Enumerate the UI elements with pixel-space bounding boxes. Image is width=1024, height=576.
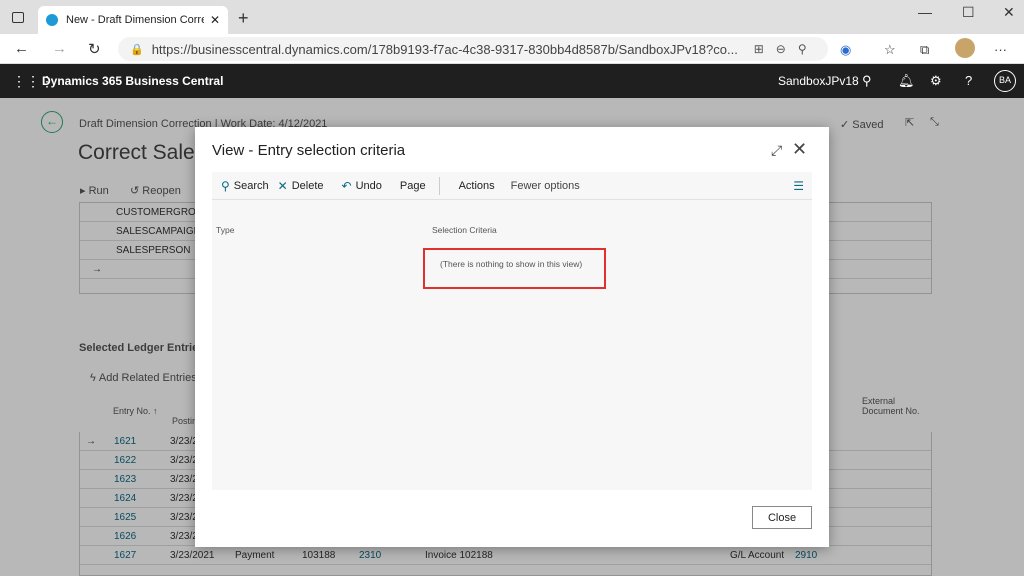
close-icon[interactable]: ✕ xyxy=(792,139,807,160)
url-field[interactable]: 🔒 https://businesscentral.dynamics.com/1… xyxy=(118,37,828,61)
search-icon[interactable]: ⚲ xyxy=(862,73,872,89)
close-tab-icon[interactable]: ✕ xyxy=(210,13,220,27)
expand-icon[interactable]: ⤢ xyxy=(771,142,782,159)
fewer-options-label: Fewer options xyxy=(510,179,580,192)
help-icon[interactable]: ? xyxy=(965,73,972,88)
back-icon[interactable]: ← xyxy=(14,40,29,57)
lock-icon[interactable]: 🔒 xyxy=(130,43,144,56)
tab-title: New - Draft Dimension Correctio xyxy=(66,14,204,26)
actions-label: Actions xyxy=(458,179,495,192)
notification-bell-icon[interactable]: 🔔︎ xyxy=(898,73,915,89)
action-bar: ⚲ Search ✕ Delete ↶ Undo Page Actions Fewer… xyxy=(212,172,812,200)
browser-tab-bar: New - Draft Dimension Correctio ✕ + — ☐ … xyxy=(0,0,1024,34)
dialog-title: View - Entry selection criteria xyxy=(212,142,406,159)
reader-view-icon[interactable]: ⊞ xyxy=(754,42,764,56)
share-icon[interactable]: ⚲ xyxy=(798,42,807,56)
minimize-icon[interactable]: — xyxy=(918,4,932,20)
delete-button[interactable]: ✕ Delete xyxy=(278,179,324,193)
favorites-icon[interactable]: ☆ xyxy=(884,42,896,58)
business-central-favicon-icon xyxy=(46,14,58,26)
undo-icon: ↶ xyxy=(341,178,352,193)
bc-header: ⋮⋮⋮ Dynamics 365 Business Central Sandbo… xyxy=(0,64,1024,98)
col-selection-criteria-header[interactable]: Selection Criteria xyxy=(432,225,497,235)
entry-selection-dialog: View - Entry selection criteria ⤢ ✕ ⚲ Sea… xyxy=(195,127,829,547)
forward-icon[interactable]: → xyxy=(52,40,67,57)
page-label: Page xyxy=(399,179,426,192)
collections-icon[interactable]: ⧉ xyxy=(920,42,929,58)
user-avatar[interactable]: BA xyxy=(994,70,1016,92)
action-separator xyxy=(438,176,440,195)
search-icon: ⚲ xyxy=(221,178,230,193)
actions-menu[interactable]: Actions xyxy=(459,180,495,192)
col-type-header[interactable]: Type xyxy=(216,225,234,235)
browser-profile-avatar[interactable] xyxy=(955,38,975,58)
delete-label: Delete xyxy=(291,179,324,192)
company-name[interactable]: SandboxJPv18 xyxy=(778,74,859,88)
search-button[interactable]: ⚲ Search xyxy=(221,179,269,193)
close-window-icon[interactable]: ✕ xyxy=(1003,4,1015,21)
undo-button[interactable]: ↶ Undo xyxy=(342,179,382,193)
address-bar: ← → ↻ 🔒 https://businesscentral.dynamics… xyxy=(0,34,1024,64)
delete-x-icon: ✕ xyxy=(277,178,288,193)
new-tab-icon[interactable]: + xyxy=(238,8,249,29)
zoom-icon[interactable]: ⊖ xyxy=(776,42,786,56)
empty-list-message: (There is nothing to show in this view) xyxy=(440,259,583,269)
maximize-icon[interactable]: ☐ xyxy=(962,4,975,21)
extension-icon[interactable]: ◉ xyxy=(840,42,851,58)
tab-actions-icon[interactable] xyxy=(12,12,24,23)
dialog-content: ⚲ Search ✕ Delete ↶ Undo Page Actions Fewer… xyxy=(212,172,812,490)
close-button[interactable]: Close xyxy=(752,506,812,529)
page-menu[interactable]: Page xyxy=(400,180,426,192)
search-label: Search xyxy=(233,179,269,192)
settings-gear-icon[interactable]: ⚙ xyxy=(930,73,942,89)
browser-tab[interactable]: New - Draft Dimension Correctio ✕ xyxy=(38,6,228,34)
list-menu-icon[interactable]: ☰ xyxy=(793,179,804,193)
refresh-icon[interactable]: ↻ xyxy=(88,40,101,58)
app-name: Dynamics 365 Business Central xyxy=(42,74,224,88)
url-text: https://businesscentral.dynamics.com/178… xyxy=(151,41,738,57)
undo-label: Undo xyxy=(355,179,382,192)
fewer-options-button[interactable]: Fewer options xyxy=(511,180,580,192)
more-icon[interactable]: ··· xyxy=(994,42,1007,57)
